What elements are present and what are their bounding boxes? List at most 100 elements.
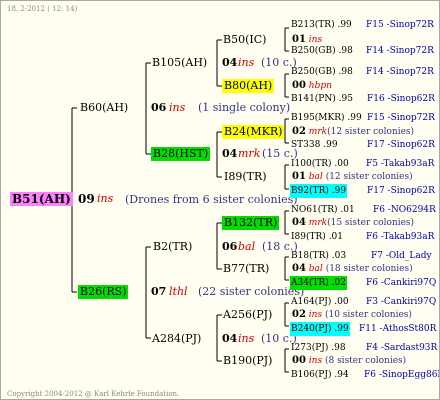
- gen2-queen-4[interactable]: A284(PJ): [152, 332, 201, 346]
- gen4-queen-5[interactable]: B195(MKR): [291, 113, 345, 123]
- gen4-value-3: .98: [338, 67, 353, 77]
- gen4-queen-16[interactable]: B106(PJ): [291, 370, 331, 380]
- gen3-mark-5: mrk: [308, 218, 328, 228]
- gen3-queen-6[interactable]: B77(TR): [223, 262, 269, 276]
- gen3-number-2: 00: [292, 80, 306, 91]
- gen3-mark-4: bal: [308, 172, 323, 182]
- gen1-mark-2: lthl: [169, 285, 188, 298]
- gen4-ref-13[interactable]: F3 -Cankiri97Q: [366, 295, 436, 309]
- gen1-note-1: (1 single colony): [198, 101, 291, 114]
- copyright: Copyright 2004-2012 @ Karl Kehrle Founda…: [7, 390, 180, 398]
- gen3-queen-4[interactable]: I89(TR): [224, 170, 267, 184]
- gen2-queen-2[interactable]: B28(HST): [151, 147, 211, 161]
- gen4-queen-7[interactable]: I100(TR): [291, 159, 332, 169]
- gen3-number-6: 04: [292, 263, 306, 274]
- gen3-queen-1[interactable]: B50(IC): [223, 33, 266, 47]
- gen2-mark-4: ins: [238, 332, 255, 345]
- gen1-note-2: (22 sister colonies): [198, 285, 305, 298]
- gen3-note-6: (18 sister colonies): [325, 264, 413, 274]
- gen4-value-11: .03: [331, 251, 347, 261]
- gen4-value-16: .94: [334, 370, 349, 380]
- gen1-number-2: 07: [151, 285, 167, 298]
- gen2-mark-2: mrk: [238, 147, 261, 160]
- gen4-queen-4[interactable]: B141(PN): [291, 94, 336, 104]
- gen4-value-1: .99: [337, 20, 352, 30]
- gen4-queen-15[interactable]: I273(PJ): [291, 343, 328, 353]
- gen3-number-7: 02: [292, 309, 306, 320]
- gen2-queen-3[interactable]: B2(TR): [153, 240, 192, 254]
- gen4-ref-3[interactable]: F14 -Sinop72R: [366, 65, 434, 79]
- gen4-ref-4[interactable]: F16 -Sinop62R: [367, 92, 435, 106]
- gen3-mark-2: hbpn: [308, 81, 332, 91]
- gen3-queen-8[interactable]: B190(PJ): [223, 354, 272, 368]
- gen3-queen-3[interactable]: B24(MKR): [222, 125, 285, 139]
- gen3-number-4: 01: [292, 171, 306, 182]
- gen2-mark-1: ins: [238, 56, 255, 69]
- gen4-value-6: .99: [323, 140, 338, 150]
- gen4-queen-14[interactable]: B240(PJ): [291, 324, 331, 334]
- gen4-queen-11[interactable]: B18(TR): [291, 251, 329, 261]
- gen4-ref-9[interactable]: F6 -NO6294R: [373, 203, 436, 217]
- gen1-queen-2[interactable]: B26(RS): [78, 285, 129, 299]
- gen4-value-7: .00: [334, 159, 349, 169]
- gen4-ref-14[interactable]: F11 -AthosSt80R: [359, 322, 436, 336]
- gen4-value-12: .02: [331, 278, 346, 288]
- root-number: 09: [78, 192, 95, 206]
- gen4-ref-6[interactable]: F17 -Sinop62R: [367, 138, 435, 152]
- gen4-value-13: .00: [334, 297, 349, 307]
- gen3-note-7: (10 sister colonies): [324, 310, 412, 320]
- gen4-ref-10[interactable]: F6 -Takab93aR: [366, 230, 434, 244]
- gen3-note-4: (12 sister colonies): [325, 172, 413, 182]
- root-mark: ins: [97, 192, 114, 205]
- gen3-mark-7: ins: [308, 310, 323, 320]
- gen4-value-10: .01: [328, 232, 344, 242]
- gen4-ref-12[interactable]: F6 -Cankiri97Q: [366, 276, 436, 290]
- gen4-value-15: .98: [331, 343, 346, 353]
- gen4-queen-9[interactable]: NO61(TR): [291, 205, 338, 215]
- gen3-mark-6: bal: [308, 264, 323, 274]
- gen4-ref-1[interactable]: F15 -Sinop72R: [366, 18, 434, 32]
- gen4-ref-11[interactable]: F7 -Old_Lady: [371, 249, 432, 263]
- gen2-mark-3: bal: [238, 240, 256, 253]
- gen4-value-4: .95: [338, 94, 353, 104]
- gen3-queen-7[interactable]: A256(PJ): [223, 308, 272, 322]
- gen2-number-1: 04: [222, 56, 238, 69]
- gen4-value-2: .98: [338, 46, 353, 56]
- gen4-ref-16[interactable]: F6 -SinopEgg86R: [364, 368, 439, 382]
- gen4-ref-15[interactable]: F4 -Sardast93R: [366, 341, 437, 355]
- root-note: (Drones from 6 sister colonies): [125, 193, 298, 206]
- gen4-ref-5[interactable]: F15 -Sinop72R: [367, 111, 435, 125]
- gen4-queen-13[interactable]: A164(PJ): [291, 297, 331, 307]
- gen4-value-5: .99: [347, 113, 362, 123]
- gen3-mark-3: mrk: [308, 127, 328, 137]
- gen3-note-5: (15 sister colonies): [327, 218, 415, 228]
- gen4-queen-2[interactable]: B250(GB): [291, 46, 336, 56]
- gen1-number-1: 06: [151, 101, 167, 114]
- gen4-queen-10[interactable]: I89(TR): [291, 232, 326, 242]
- gen4-ref-2[interactable]: F14 -Sinop72R: [366, 44, 434, 58]
- gen3-number-8: 00: [292, 355, 306, 366]
- gen3-queen-2[interactable]: B80(AH): [222, 79, 275, 93]
- gen4-ref-7[interactable]: F5 -Takab93aR: [366, 157, 434, 171]
- gen4-queen-6[interactable]: ST338: [291, 140, 320, 150]
- gen3-number-3: 02: [292, 126, 306, 137]
- gen4-ref-8[interactable]: F17 -Sinop62R: [367, 184, 435, 198]
- gen3-number-5: 04: [292, 217, 306, 228]
- gen4-value-9: .01: [340, 205, 355, 215]
- gen4-queen-3[interactable]: B250(GB): [291, 67, 336, 77]
- root-queen[interactable]: B51(AH): [10, 192, 73, 206]
- gen4-queen-8[interactable]: B92(TR): [291, 186, 329, 196]
- pedigree-chart: 18. 2-2012 ( 12: 14) B51(AH) 09 ins (Dro…: [0, 0, 440, 400]
- gen3-note-3: (12 sister colonies): [327, 127, 415, 137]
- gen1-queen-1[interactable]: B60(AH): [80, 101, 128, 115]
- gen2-number-4: 04: [222, 332, 238, 345]
- gen3-queen-5[interactable]: B132(TR): [222, 216, 280, 230]
- gen3-note-8: (8 sister colonies): [324, 356, 407, 366]
- gen4-queen-12[interactable]: A34(TR): [291, 278, 329, 288]
- gen2-queen-1[interactable]: B105(AH): [152, 56, 207, 70]
- gen3-mark-8: ins: [308, 356, 323, 366]
- gen4-value-14: .99: [334, 324, 349, 334]
- gen2-number-3: 06: [222, 240, 238, 253]
- gen4-queen-1[interactable]: B213(TR): [291, 20, 335, 30]
- gen1-mark-1: ins: [169, 101, 186, 114]
